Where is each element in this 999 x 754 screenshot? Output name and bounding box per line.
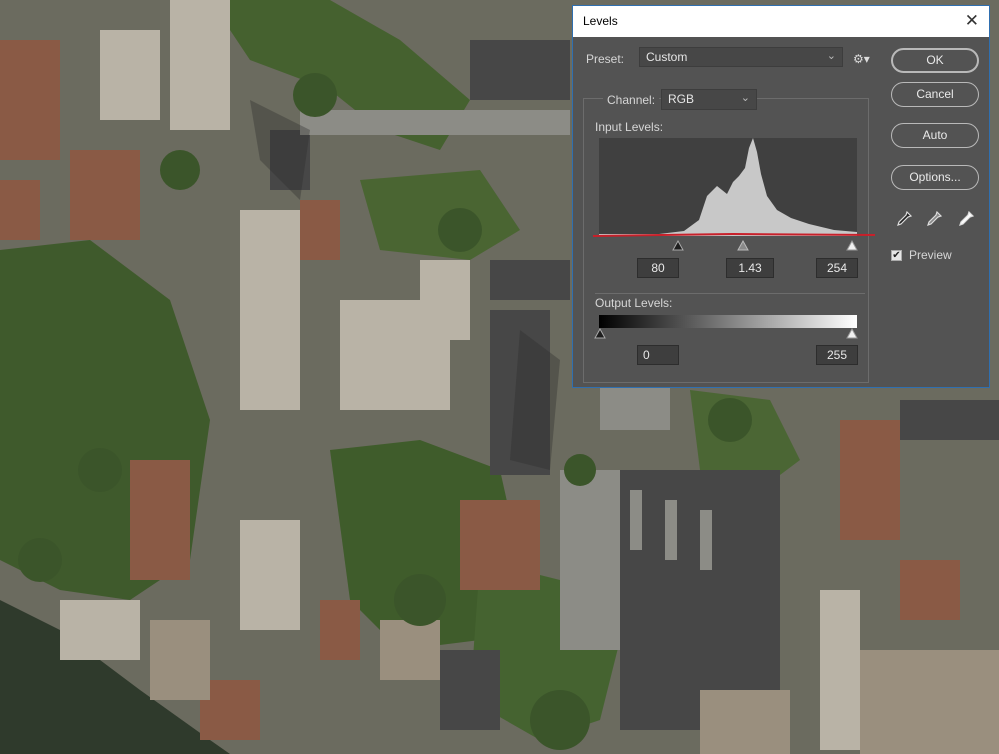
levels-dialog: Levels ✕ Preset: Custom ⌄ ⚙▾ Channel: RG… <box>572 5 990 388</box>
options-button[interactable]: Options... <box>891 165 979 190</box>
channel-select[interactable]: RGB ⌄ <box>661 89 757 110</box>
dialog-titlebar[interactable]: Levels ✕ <box>573 6 989 37</box>
preset-value: Custom <box>646 50 688 64</box>
input-black-slider[interactable] <box>672 240 684 252</box>
input-gamma-slider[interactable] <box>737 240 749 252</box>
output-white-field[interactable]: 255 <box>816 345 858 365</box>
output-black-slider[interactable] <box>594 328 606 340</box>
channel-value: RGB <box>668 92 695 106</box>
close-icon[interactable]: ✕ <box>965 11 979 31</box>
white-point-eyedropper-icon[interactable] <box>957 210 975 228</box>
input-levels-label: Input Levels: <box>595 120 664 134</box>
auto-button[interactable]: Auto <box>891 123 979 148</box>
output-levels-label: Output Levels: <box>595 296 673 310</box>
black-point-eyedropper-icon[interactable] <box>895 210 913 228</box>
preset-select[interactable]: Custom ⌄ <box>639 47 843 67</box>
eyedropper-group <box>895 210 979 230</box>
output-white-slider[interactable] <box>846 328 858 340</box>
ok-button[interactable]: OK <box>891 48 979 73</box>
chevron-down-icon: ⌄ <box>826 50 836 62</box>
preview-checkbox[interactable]: ✔ <box>891 250 902 261</box>
channel-label: Channel: <box>603 93 660 107</box>
input-white-slider[interactable] <box>846 240 858 252</box>
output-black-field[interactable]: 0 <box>637 345 679 365</box>
input-gamma-field[interactable]: 1.43 <box>726 258 774 278</box>
histogram <box>599 138 857 236</box>
chevron-down-icon: ⌄ <box>740 92 750 104</box>
divider <box>595 293 865 294</box>
gear-icon[interactable]: ⚙▾ <box>853 52 870 66</box>
preset-label: Preset: <box>586 52 625 66</box>
input-white-field[interactable]: 254 <box>816 258 858 278</box>
output-gradient-bar <box>599 315 857 328</box>
dialog-title: Levels <box>583 14 618 28</box>
clip-warning-line <box>593 232 875 237</box>
cancel-button[interactable]: Cancel <box>891 82 979 107</box>
preview-label[interactable]: Preview <box>909 248 952 262</box>
input-black-field[interactable]: 80 <box>637 258 679 278</box>
gray-point-eyedropper-icon[interactable] <box>925 210 943 228</box>
